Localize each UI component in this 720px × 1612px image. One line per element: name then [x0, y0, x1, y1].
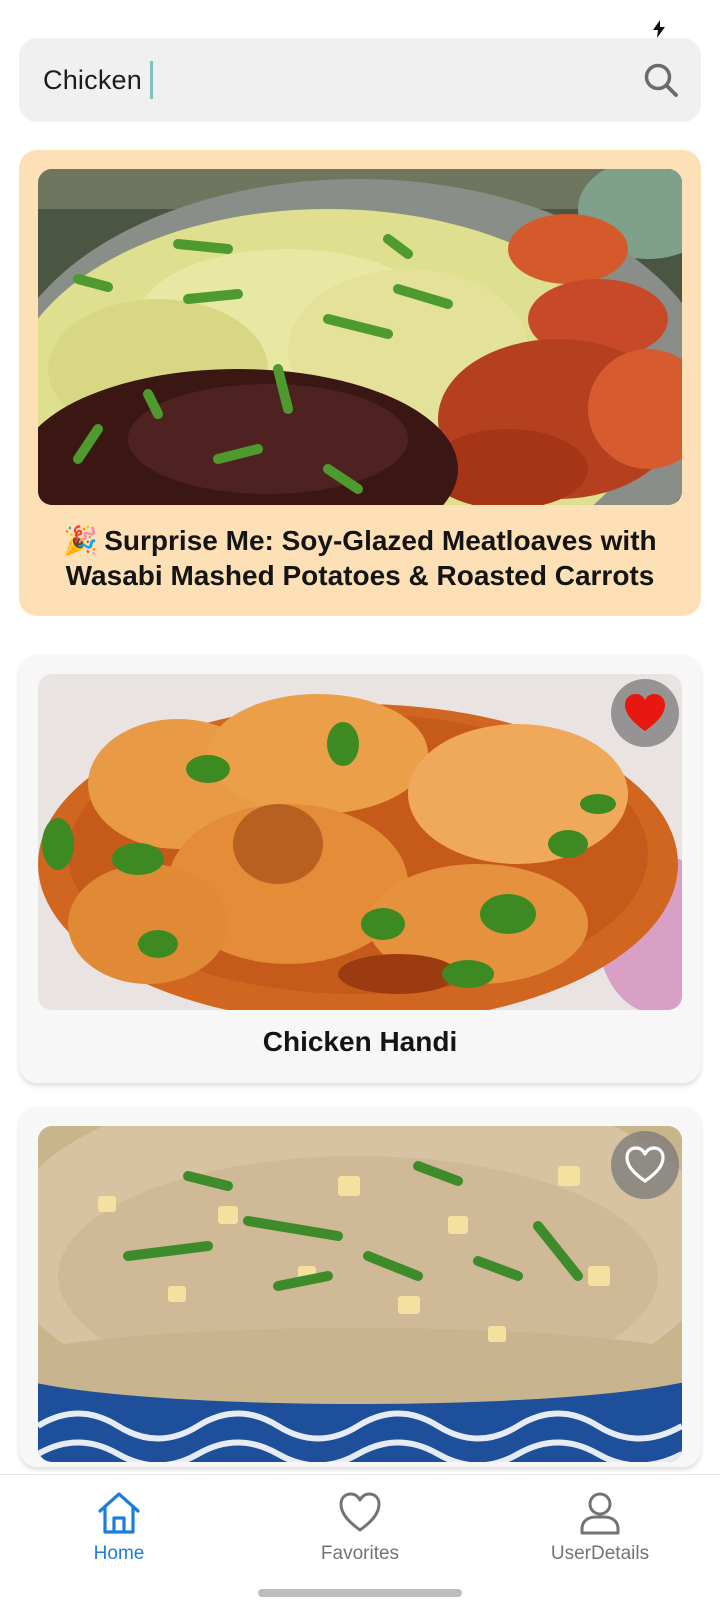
surprise-recipe-image — [38, 169, 682, 505]
surprise-recipe-title: 🎉 Surprise Me: Soy-Glazed Meatloaves with… — [49, 523, 671, 593]
recipe-title: Chicken Handi — [262, 1026, 458, 1057]
nav-item-favorites-label: Favorites — [320, 1543, 400, 1564]
user-icon — [580, 1492, 620, 1535]
recipe-image — [38, 1126, 682, 1462]
home-icon — [98, 1492, 140, 1534]
recipe-card[interactable] — [19, 1107, 701, 1467]
nav-item-favorites[interactable]: Favorites — [260, 1489, 460, 1579]
heart-filled-icon — [625, 694, 665, 731]
charging-bolt-icon — [653, 20, 665, 38]
gesture-home-indicator[interactable] — [258, 1589, 462, 1597]
text-caret — [149, 60, 153, 99]
app-screen: Chicken 🎉 Surprise Me: Soy-Glazed Meatlo… — [0, 0, 720, 1612]
surprise-recipe-card[interactable]: 🎉 Surprise Me: Soy-Glazed Meatloaves with… — [19, 150, 701, 616]
nav-item-userdetails-label: UserDetails — [550, 1543, 650, 1564]
search-query-text: Chicken — [43, 65, 142, 95]
favorite-toggle-button[interactable] — [611, 679, 679, 747]
surprise-recipe-title-text: Surprise Me: Soy-Glazed Meatloaves with … — [65, 525, 657, 591]
search-bar[interactable]: Chicken — [19, 38, 701, 122]
favorite-toggle-button[interactable] — [611, 1131, 679, 1199]
heart-outline-icon — [339, 1492, 381, 1532]
nav-item-home[interactable]: Home — [19, 1489, 219, 1579]
nav-item-userdetails[interactable]: UserDetails — [500, 1489, 700, 1579]
party-popper-emoji: 🎉 — [63, 525, 99, 556]
search-icon[interactable] — [641, 60, 681, 100]
search-input[interactable]: Chicken — [43, 60, 153, 100]
heart-outline-icon — [625, 1146, 665, 1183]
recipe-card[interactable]: Chicken Handi — [19, 655, 701, 1083]
nav-item-home-label: Home — [93, 1543, 145, 1564]
status-bar — [0, 0, 720, 38]
recipe-image — [38, 674, 682, 1010]
